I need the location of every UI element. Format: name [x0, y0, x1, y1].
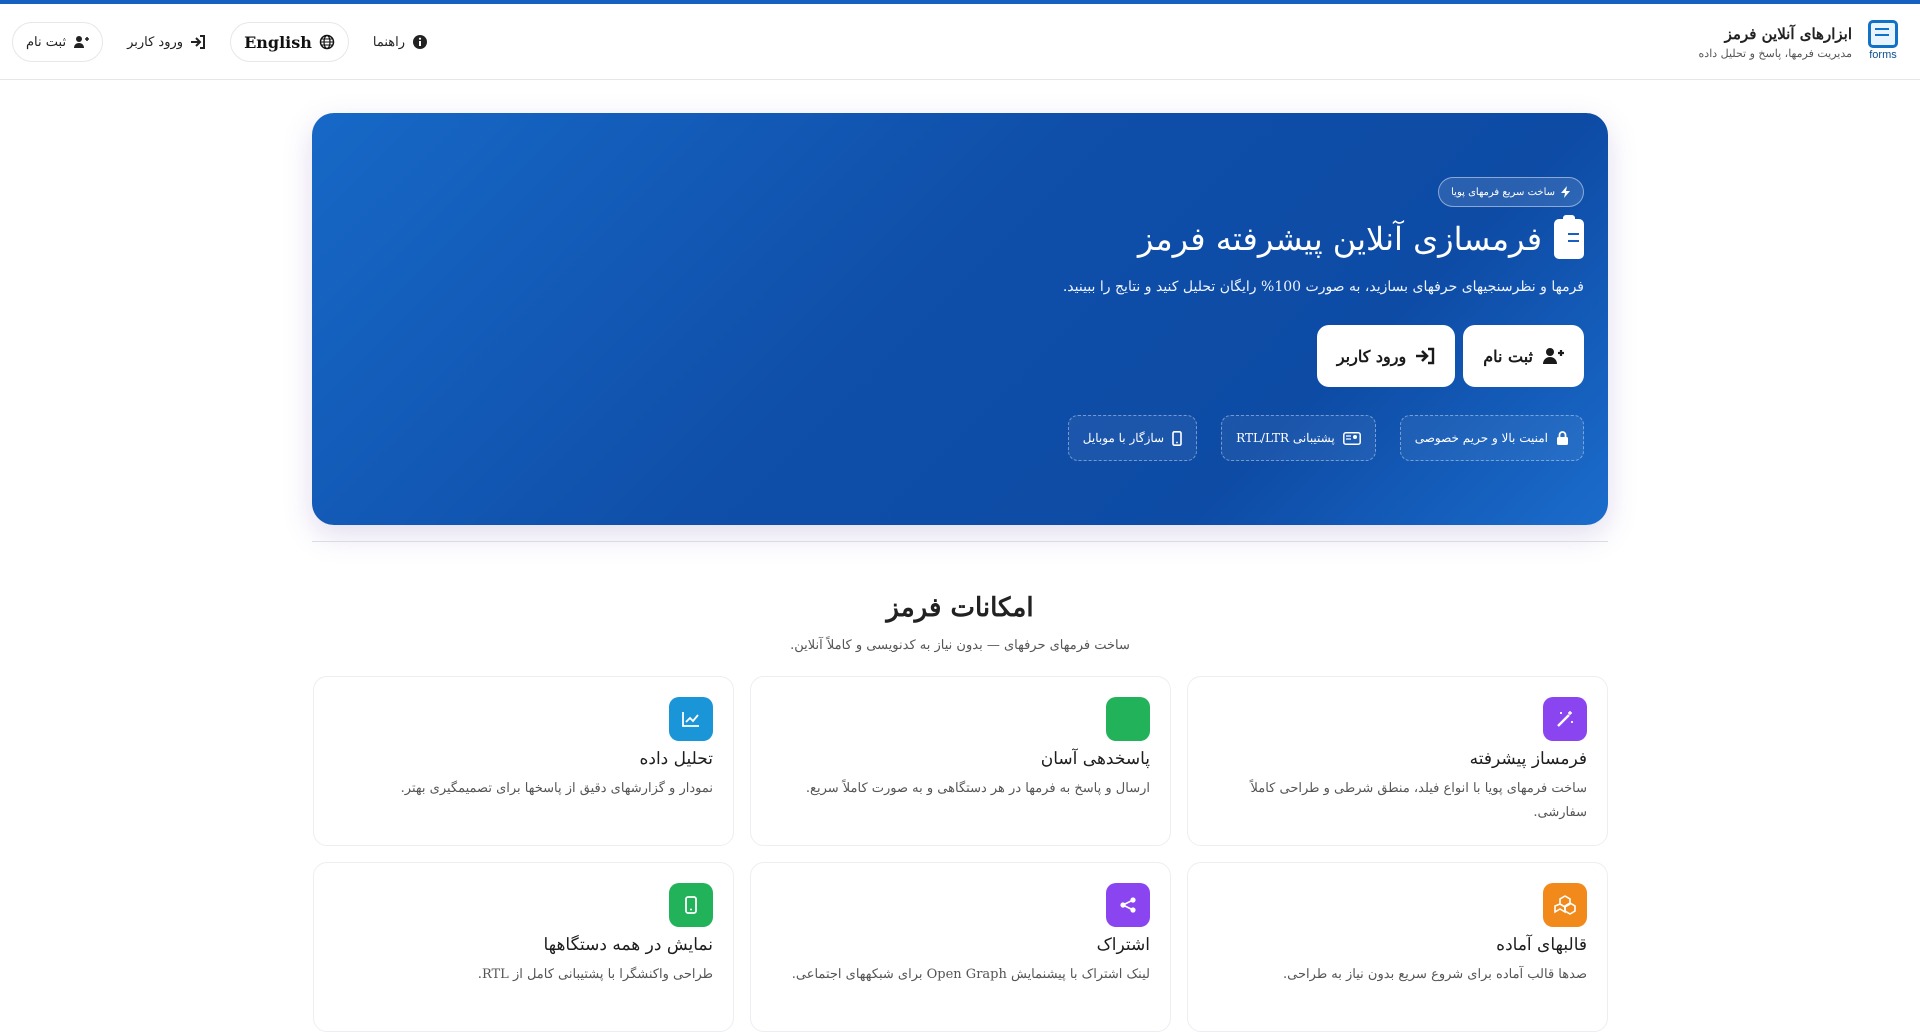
features-grid: فرمساز پیشرفته ساخت فرمهای پویا با انواع… [312, 676, 1608, 1032]
feature-card-easy-response[interactable]: پاسخدهی آسان ارسال و پاسخ به فرمها در هر… [750, 676, 1171, 846]
feature-description: طراحی واکنشگرا با پشتیبانی کامل از RTL. [477, 967, 713, 982]
globe-icon [319, 34, 335, 50]
hero-banner: ساخت سریع فرمهای پویا فرمسازی آنلاین پیش… [312, 113, 1608, 525]
register-nav-label: ثبت نام [26, 34, 67, 50]
feature-card-templates[interactable]: قالبهای آماده صدها قالب آماده برای شروع … [1187, 862, 1608, 1032]
chip-security: امنیت بالا و حریم خصوصی [1399, 415, 1584, 461]
feature-description: صدها قالب آماده برای شروع سریع بدون نیاز… [1283, 967, 1587, 982]
hero-title: فرمسازی آنلاین پیشرفته فرمز [1137, 215, 1584, 259]
feature-title: قالبهای آماده [1496, 935, 1587, 955]
logo-mark-icon [1868, 20, 1898, 48]
chip-rtl-label: پشتیبانی RTL/LTR [1236, 431, 1335, 445]
user-plus-icon [74, 36, 90, 48]
login-nav-button[interactable]: ورود کاربر [113, 22, 221, 62]
chip-security-label: امنیت بالا و حریم خصوصی [1414, 431, 1548, 445]
bolt-icon [1561, 186, 1570, 198]
hero-actions: ثبت نام ورود کاربر [1316, 325, 1584, 387]
brand[interactable]: forms ابزارهای آنلاین فرمز مدیریت فرمها،… [1699, 20, 1902, 64]
feature-card-all-devices[interactable]: نمایش در همه دستگاهها طراحی واکنشگرا با … [313, 862, 734, 1032]
feature-description: لینک اشتراک با پیشنمایش Open Graph برای … [791, 967, 1150, 982]
forms-logo: forms [1864, 20, 1902, 64]
chip-mobile-label: سازگار با موبایل [1082, 431, 1165, 445]
chart-line-icon [669, 697, 713, 741]
clipboard-list-icon [1554, 215, 1584, 259]
user-plus-icon [1543, 348, 1564, 364]
help-nav-button[interactable]: راهنما [358, 22, 443, 62]
hero-login-button[interactable]: ورود کاربر [1316, 325, 1456, 387]
info-icon [413, 35, 428, 49]
lock-icon [1557, 430, 1568, 445]
sign-in-icon [191, 35, 206, 49]
cubes-icon [1543, 883, 1587, 927]
feature-title: فرمساز پیشرفته [1469, 749, 1587, 769]
brand-subtitle: مدیریت فرمها، پاسخ و تحلیل داده [1698, 46, 1852, 60]
feature-description: نمودار و گزارشهای دقیق از پاسخها برای تص… [400, 781, 713, 796]
login-nav-label: ورود کاربر [127, 34, 184, 50]
chip-rtl: پشتیبانی RTL/LTR [1221, 415, 1376, 461]
hero-login-label: ورود کاربر [1336, 346, 1407, 366]
brand-title: ابزارهای آنلاین فرمز [1724, 24, 1852, 43]
id-card-icon [1342, 431, 1361, 445]
feature-card-form-builder[interactable]: فرمساز پیشرفته ساخت فرمهای پویا با انواع… [1187, 676, 1608, 846]
help-nav-label: راهنما [372, 34, 406, 50]
feature-card-share[interactable]: اشتراک لینک اشتراک با پیشنمایش Open Grap… [750, 862, 1171, 1032]
hero-badge-label: ساخت سریع فرمهای پویا [1451, 186, 1555, 198]
hero-badge: ساخت سریع فرمهای پویا [1438, 177, 1584, 207]
hero-register-button[interactable]: ثبت نام [1463, 325, 1584, 387]
share-icon [1106, 883, 1150, 927]
feature-title: تحلیل داده [639, 749, 713, 769]
register-nav-button[interactable]: ثبت نام [12, 22, 104, 62]
features-section-subtitle: ساخت فرمهای حرفهای — بدون نیاز به کدنویس… [790, 638, 1130, 653]
feature-description: ساخت فرمهای پویا با انواع فیلد، منطق شرط… [1250, 781, 1587, 820]
feature-title: نمایش در همه دستگاهها [543, 935, 713, 955]
chip-mobile: سازگار با موبایل [1067, 415, 1198, 461]
features-section-title: امکانات فرمز [886, 593, 1034, 623]
feature-card-data-analysis[interactable]: تحلیل داده نمودار و گزارشهای دقیق از پاس… [313, 676, 734, 846]
mobile-icon [1172, 430, 1182, 446]
brand-text: ابزارهای آنلاین فرمز مدیریت فرمها، پاسخ … [1699, 25, 1852, 60]
language-switch-button[interactable]: English [230, 22, 349, 62]
hero-register-label: ثبت نام [1483, 346, 1533, 366]
mobile-icon [669, 883, 713, 927]
feature-title: پاسخدهی آسان [1040, 749, 1150, 769]
language-label: English [244, 32, 312, 52]
feature-description: ارسال و پاسخ به فرمها در هر دستگاهی و به… [805, 781, 1150, 796]
top-nav: ثبت نام ورود کاربر English راهنما [12, 22, 443, 62]
hero-title-text: فرمسازی آنلاین پیشرفته فرمز [1137, 220, 1542, 258]
hero-description: فرمها و نظرسنجیهای حرفهای بسازید، به صور… [1062, 279, 1584, 295]
feature-title: اشتراک [1096, 935, 1150, 955]
logo-label: forms [1869, 49, 1897, 61]
sign-in-icon [1416, 347, 1435, 365]
section-divider [312, 541, 1608, 542]
hero-feature-chips: امنیت بالا و حریم خصوصی پشتیبانی RTL/LTR… [1067, 415, 1584, 461]
wand-icon [1543, 697, 1587, 741]
check-icon [1106, 697, 1150, 741]
top-header: ثبت نام ورود کاربر English راهنما forms … [0, 4, 1920, 80]
